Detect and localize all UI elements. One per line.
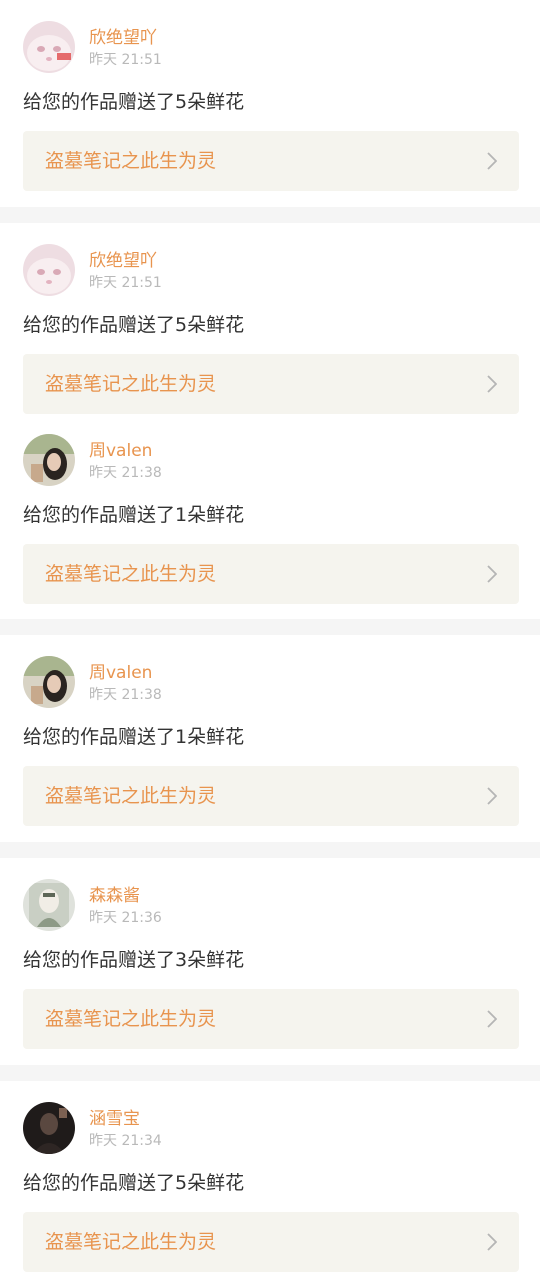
notification-card: 涵雪宝 昨天 21:34 给您的作品赠送了5朵鲜花 盗墓笔记之此生为灵 <box>0 1081 540 1280</box>
username[interactable]: 欣绝望吖 <box>89 28 157 48</box>
work-link[interactable]: 盗墓笔记之此生为灵 <box>23 354 519 414</box>
gift-message: 给您的作品赠送了5朵鲜花 <box>23 1172 245 1194</box>
avatar[interactable] <box>23 1102 75 1154</box>
timestamp: 昨天 21:38 <box>89 465 162 481</box>
gift-message: 给您的作品赠送了1朵鲜花 <box>23 726 245 748</box>
notification-card: 欣绝望吖 昨天 21:51 给您的作品赠送了5朵鲜花 盗墓笔记之此生为灵 周va… <box>0 223 540 619</box>
gift-message: 给您的作品赠送了1朵鲜花 <box>23 504 245 526</box>
work-link[interactable]: 盗墓笔记之此生为灵 <box>23 131 519 191</box>
chevron-right-icon <box>487 787 497 805</box>
work-title: 盗墓笔记之此生为灵 <box>45 563 217 585</box>
separator <box>0 207 540 223</box>
work-title: 盗墓笔记之此生为灵 <box>45 1231 217 1253</box>
work-link[interactable]: 盗墓笔记之此生为灵 <box>23 544 519 604</box>
work-link[interactable]: 盗墓笔记之此生为灵 <box>23 766 519 826</box>
gift-message: 给您的作品赠送了3朵鲜花 <box>23 949 245 971</box>
chevron-right-icon <box>487 565 497 583</box>
cat-photo-avatar-icon <box>23 244 75 296</box>
timestamp: 昨天 21:34 <box>89 1133 162 1149</box>
illustration-avatar-icon <box>23 879 75 931</box>
work-title: 盗墓笔记之此生为灵 <box>45 1008 217 1030</box>
chevron-right-icon <box>487 152 497 170</box>
avatar[interactable] <box>23 21 75 73</box>
dark-photo-avatar-icon <box>23 1102 75 1154</box>
avatar[interactable] <box>23 244 75 296</box>
separator <box>0 842 540 858</box>
gift-message: 给您的作品赠送了5朵鲜花 <box>23 91 245 113</box>
timestamp: 昨天 21:38 <box>89 687 162 703</box>
chevron-right-icon <box>487 375 497 393</box>
username[interactable]: 周valen <box>89 441 152 461</box>
avatar[interactable] <box>23 656 75 708</box>
timestamp: 昨天 21:51 <box>89 275 162 291</box>
notification-card: 周valen 昨天 21:38 给您的作品赠送了1朵鲜花 盗墓笔记之此生为灵 <box>0 635 540 842</box>
gift-message: 给您的作品赠送了5朵鲜花 <box>23 314 245 336</box>
timestamp: 昨天 21:51 <box>89 52 162 68</box>
username[interactable]: 欣绝望吖 <box>89 251 157 271</box>
username[interactable]: 周valen <box>89 663 152 683</box>
work-title: 盗墓笔记之此生为灵 <box>45 785 217 807</box>
notification-feed: 欣绝望吖 昨天 21:51 给您的作品赠送了5朵鲜花 盗墓笔记之此生为灵 欣绝望… <box>0 0 540 1280</box>
girl-photo-avatar-icon <box>23 656 75 708</box>
work-link[interactable]: 盗墓笔记之此生为灵 <box>23 989 519 1049</box>
chevron-right-icon <box>487 1233 497 1251</box>
work-title: 盗墓笔记之此生为灵 <box>45 373 217 395</box>
cat-photo-avatar-icon <box>23 21 75 73</box>
chevron-right-icon <box>487 1010 497 1028</box>
username[interactable]: 森森酱 <box>89 886 140 906</box>
girl-photo-avatar-icon <box>23 434 75 486</box>
separator <box>0 619 540 635</box>
work-link[interactable]: 盗墓笔记之此生为灵 <box>23 1212 519 1272</box>
username[interactable]: 涵雪宝 <box>89 1109 140 1129</box>
work-title: 盗墓笔记之此生为灵 <box>45 150 217 172</box>
notification-card: 欣绝望吖 昨天 21:51 给您的作品赠送了5朵鲜花 盗墓笔记之此生为灵 <box>0 0 540 207</box>
separator <box>0 1065 540 1081</box>
avatar[interactable] <box>23 879 75 931</box>
notification-card: 森森酱 昨天 21:36 给您的作品赠送了3朵鲜花 盗墓笔记之此生为灵 <box>0 858 540 1065</box>
avatar[interactable] <box>23 434 75 486</box>
timestamp: 昨天 21:36 <box>89 910 162 926</box>
